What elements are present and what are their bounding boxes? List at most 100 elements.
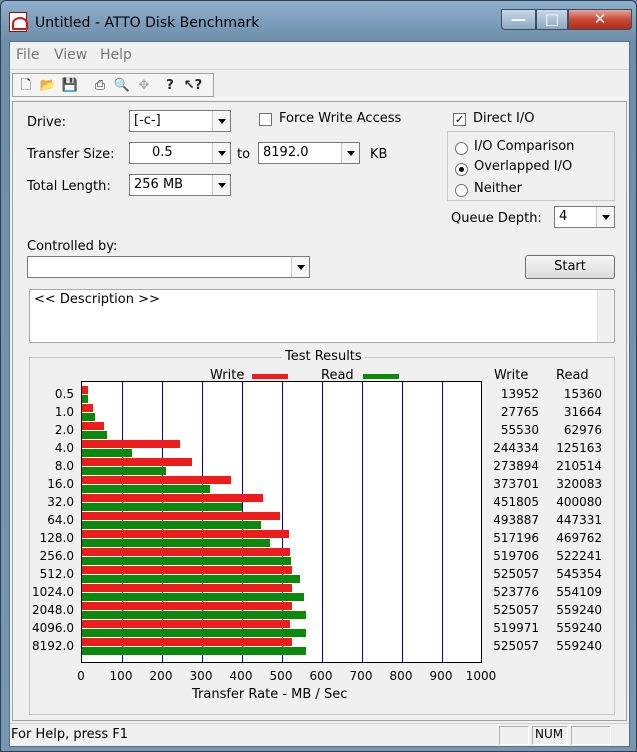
transfer-from-value: 0.5: [152, 145, 173, 160]
test-results-group: Test Results Write Read Write Read 0.5 1.…: [29, 349, 615, 715]
close-button[interactable]: ✕: [568, 9, 632, 30]
status-help-text: For Help, press F1: [11, 727, 129, 742]
legend-read-swatch: [363, 374, 399, 379]
overlapped-io-radio[interactable]: [455, 163, 468, 176]
write-bar: [82, 530, 289, 538]
y-tick-label: 8192.0: [32, 639, 74, 653]
toolbar: 🗋 📂 💾 ⎙ 🔍 ✥ ? ↖?: [10, 69, 629, 99]
neither-label: Neither: [474, 181, 523, 196]
move-icon[interactable]: ✥: [134, 76, 154, 95]
y-tick-label: 4.0: [54, 441, 74, 455]
queue-depth-select[interactable]: 4: [554, 206, 615, 228]
y-tick-label: 32.0: [47, 495, 74, 509]
read-value-cell: 62976: [563, 423, 602, 437]
to-label: to: [237, 147, 251, 162]
write-bar: [82, 494, 263, 502]
y-tick-label: 8.0: [54, 459, 74, 473]
direct-io-checkbox[interactable]: ✓: [453, 113, 466, 126]
read-bar: [82, 557, 291, 565]
y-tick-label: 4096.0: [32, 621, 74, 635]
write-value-cell: 519706: [493, 549, 539, 563]
read-bar: [82, 467, 167, 475]
read-bar: [82, 629, 306, 637]
queue-depth-value: 4: [559, 209, 568, 224]
write-bar: [82, 584, 292, 592]
read-value-cell: 554109: [556, 585, 602, 599]
chevron-down-icon[interactable]: [291, 257, 309, 277]
legend-write-swatch: [252, 374, 288, 379]
write-bar: [82, 548, 290, 556]
transfer-from-select[interactable]: 0.5: [129, 142, 231, 164]
help-icon[interactable]: ?: [160, 76, 180, 95]
maximize-button[interactable]: □: [536, 9, 568, 30]
print-icon[interactable]: ⎙: [90, 76, 110, 95]
io-mode-group: I/O Comparison Overlapped I/O Neither: [447, 131, 615, 201]
chevron-down-icon[interactable]: [212, 175, 230, 195]
test-results-title: Test Results: [282, 349, 365, 364]
write-value-cell: 55530: [500, 423, 539, 437]
controlled-by-label: Controlled by:: [27, 239, 118, 254]
write-value-cell: 27765: [500, 405, 539, 419]
y-tick-label: 1024.0: [32, 585, 74, 599]
read-bar: [82, 575, 301, 583]
grid-line: [362, 382, 363, 662]
description-textarea[interactable]: << Description >>: [29, 289, 615, 343]
write-bar: [82, 602, 293, 610]
x-tick-label: 400: [229, 669, 253, 683]
window-title: Untitled - ATTO Disk Benchmark: [35, 15, 260, 31]
write-value-cell: 525057: [493, 603, 539, 617]
start-button[interactable]: Start: [525, 255, 615, 279]
force-write-checkbox[interactable]: [259, 113, 272, 126]
description-scrollbar[interactable]: [597, 290, 614, 342]
context-help-icon[interactable]: ↖?: [183, 76, 203, 95]
x-tick-label: 800: [389, 669, 413, 683]
read-value-cell: 447331: [556, 513, 602, 527]
read-value-cell: 320083: [556, 477, 602, 491]
status-num: NUM: [532, 726, 568, 745]
status-bar: For Help, press F1 NUM: [10, 723, 629, 746]
total-length-select[interactable]: 256 MB: [129, 174, 231, 196]
queue-depth-label: Queue Depth:: [451, 211, 542, 226]
toolbar-group: 🗋 📂 💾 ⎙ 🔍 ✥ ? ↖?: [12, 73, 214, 97]
write-bar: [82, 404, 94, 412]
minimize-button[interactable]: —: [501, 9, 536, 30]
read-column-header: Read: [556, 368, 589, 383]
atto-app-icon[interactable]: [9, 12, 28, 32]
x-tick-label: 200: [149, 669, 173, 683]
x-axis-title: Transfer Rate - MB / Sec: [192, 687, 348, 702]
new-icon[interactable]: 🗋: [16, 76, 36, 95]
y-tick-label: 2048.0: [32, 603, 74, 617]
chevron-down-icon[interactable]: [596, 207, 614, 227]
menu-help[interactable]: Help: [100, 47, 132, 63]
x-tick-label: 0: [77, 669, 85, 683]
save-icon[interactable]: 💾: [60, 76, 80, 95]
io-comparison-radio[interactable]: [455, 142, 468, 155]
menu-file[interactable]: File: [16, 47, 39, 63]
chevron-down-icon[interactable]: [212, 111, 230, 131]
drive-select[interactable]: [-c-]: [129, 110, 231, 132]
chevron-down-icon[interactable]: [341, 143, 359, 163]
print-preview-icon[interactable]: 🔍: [112, 76, 132, 95]
write-bar: [82, 566, 293, 574]
grid-line: [322, 382, 323, 662]
y-tick-label: 256.0: [39, 549, 74, 563]
transfer-to-select[interactable]: 8192.0: [258, 142, 360, 164]
x-tick-label: 1000: [465, 669, 497, 683]
menu-view[interactable]: View: [54, 47, 87, 63]
drive-value: [-c-]: [134, 113, 161, 128]
read-value-cell: 469762: [556, 531, 602, 545]
x-tick-label: 100: [109, 669, 133, 683]
controlled-by-select[interactable]: [27, 256, 310, 278]
direct-io-label: Direct I/O: [473, 111, 535, 126]
write-bar: [82, 512, 280, 520]
io-comparison-label: I/O Comparison: [474, 139, 575, 154]
title-bar[interactable]: Untitled - ATTO Disk Benchmark — □ ✕: [1, 1, 636, 41]
neither-radio[interactable]: [455, 184, 468, 197]
x-tick-label: 300: [189, 669, 213, 683]
status-pane-blank-2: [571, 726, 611, 745]
read-bar: [82, 431, 108, 439]
chevron-down-icon[interactable]: [212, 143, 230, 163]
open-icon[interactable]: 📂: [38, 76, 58, 95]
read-value-cell: 559240: [556, 621, 602, 635]
write-bar: [82, 476, 232, 484]
